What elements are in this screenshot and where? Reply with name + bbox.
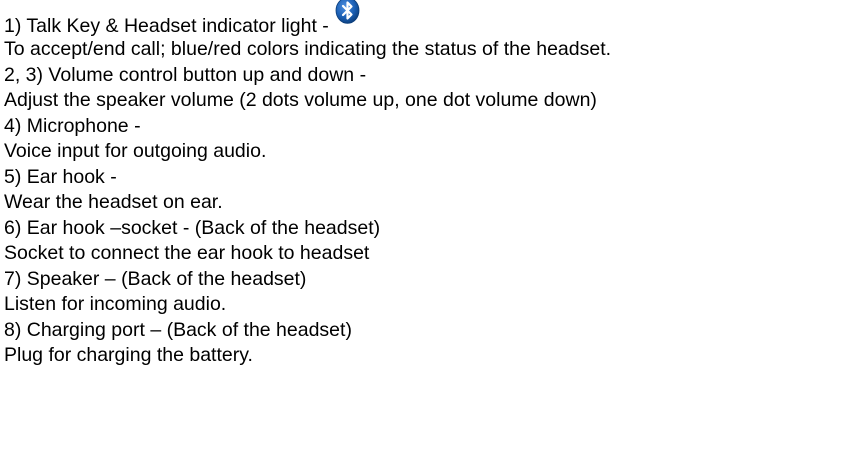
item-7-heading: 8) Charging port – (Back of the headset) [4,318,352,341]
item-4-heading: 5) Ear hook - [4,165,117,188]
item-2-description: Adjust the speaker volume (2 dots volume… [4,89,597,111]
item-3-description: Voice input for outgoing audio. [4,140,267,162]
item-1-description: To accept/end call; blue/red colors indi… [4,38,612,60]
item-7-description: Plug for charging the battery. [4,344,253,366]
item-1-heading-text: 1) Talk Key & Headset indicator light - [4,15,329,37]
item-5-heading: 6) Ear hook –socket - (Back of the heads… [4,216,381,239]
headset-parts-list: 1) Talk Key & Headset indicator light - … [4,0,840,369]
item-6-description: Listen for incoming audio. [4,293,227,315]
item-4-description: Wear the headset on ear. [4,191,223,213]
item-5-description: Socket to connect the ear hook to headse… [4,242,370,264]
bluetooth-icon [335,0,360,24]
item-6-heading: 7) Speaker – (Back of the headset) [4,267,307,290]
item-1-heading: 1) Talk Key & Headset indicator light - [4,0,840,37]
item-3-heading: 4) Microphone - [4,114,141,137]
item-2-heading: 2, 3) Volume control button up and down … [4,63,367,86]
